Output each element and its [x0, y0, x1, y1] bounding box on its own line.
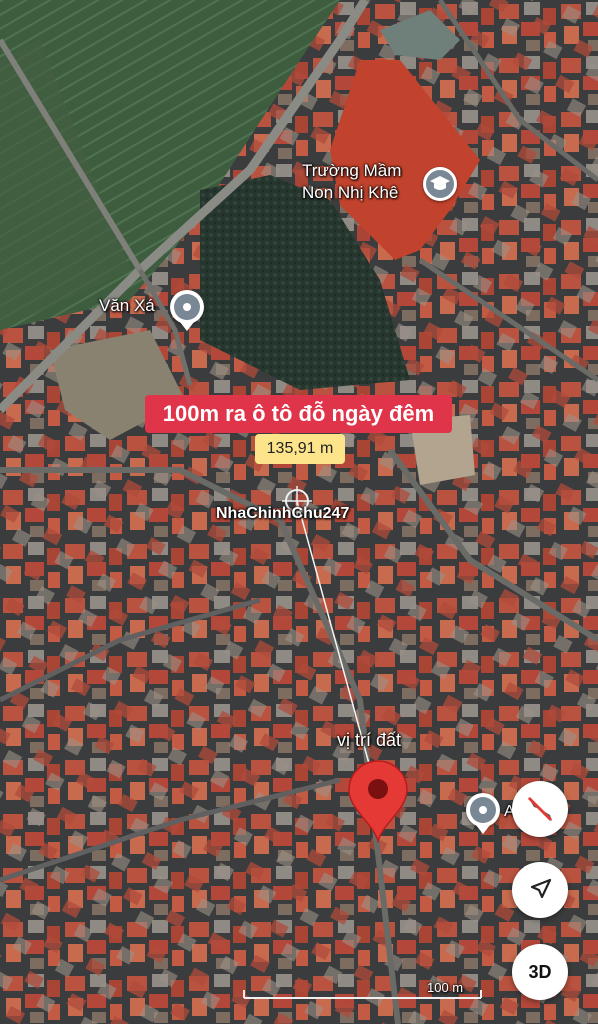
school-label[interactable]: Trường Mầm Non Nhị Khê	[302, 160, 401, 204]
destination-label: vị trí đất	[337, 730, 402, 750]
navigation-arrow-icon	[530, 878, 552, 899]
compass-icon	[528, 797, 552, 821]
watermark: NhaChinhChu247	[216, 505, 350, 522]
place-pin-icon[interactable]	[170, 290, 204, 324]
school-label-line1: Trường Mầm	[302, 161, 402, 180]
3d-button[interactable]: 3D	[512, 944, 568, 1000]
promo-banner: 100m ra ô tô đỗ ngày đêm	[145, 395, 452, 433]
place-pin-icon[interactable]	[466, 793, 500, 827]
red-location-pin-icon[interactable]	[345, 757, 411, 843]
school-icon[interactable]	[423, 167, 457, 201]
map-view[interactable]: Trường Mầm Non Nhị Khê Văn Xá 100m ra ô …	[0, 0, 598, 1024]
compass-button[interactable]	[512, 781, 568, 837]
van-xa-label[interactable]: Văn Xá	[99, 296, 155, 316]
3d-label: 3D	[528, 962, 552, 982]
distance-label: 135,91 m	[255, 434, 345, 464]
school-label-line2: Non Nhị Khê	[302, 183, 399, 202]
scale-label: 100 m	[427, 980, 464, 995]
locate-button[interactable]	[512, 862, 568, 918]
